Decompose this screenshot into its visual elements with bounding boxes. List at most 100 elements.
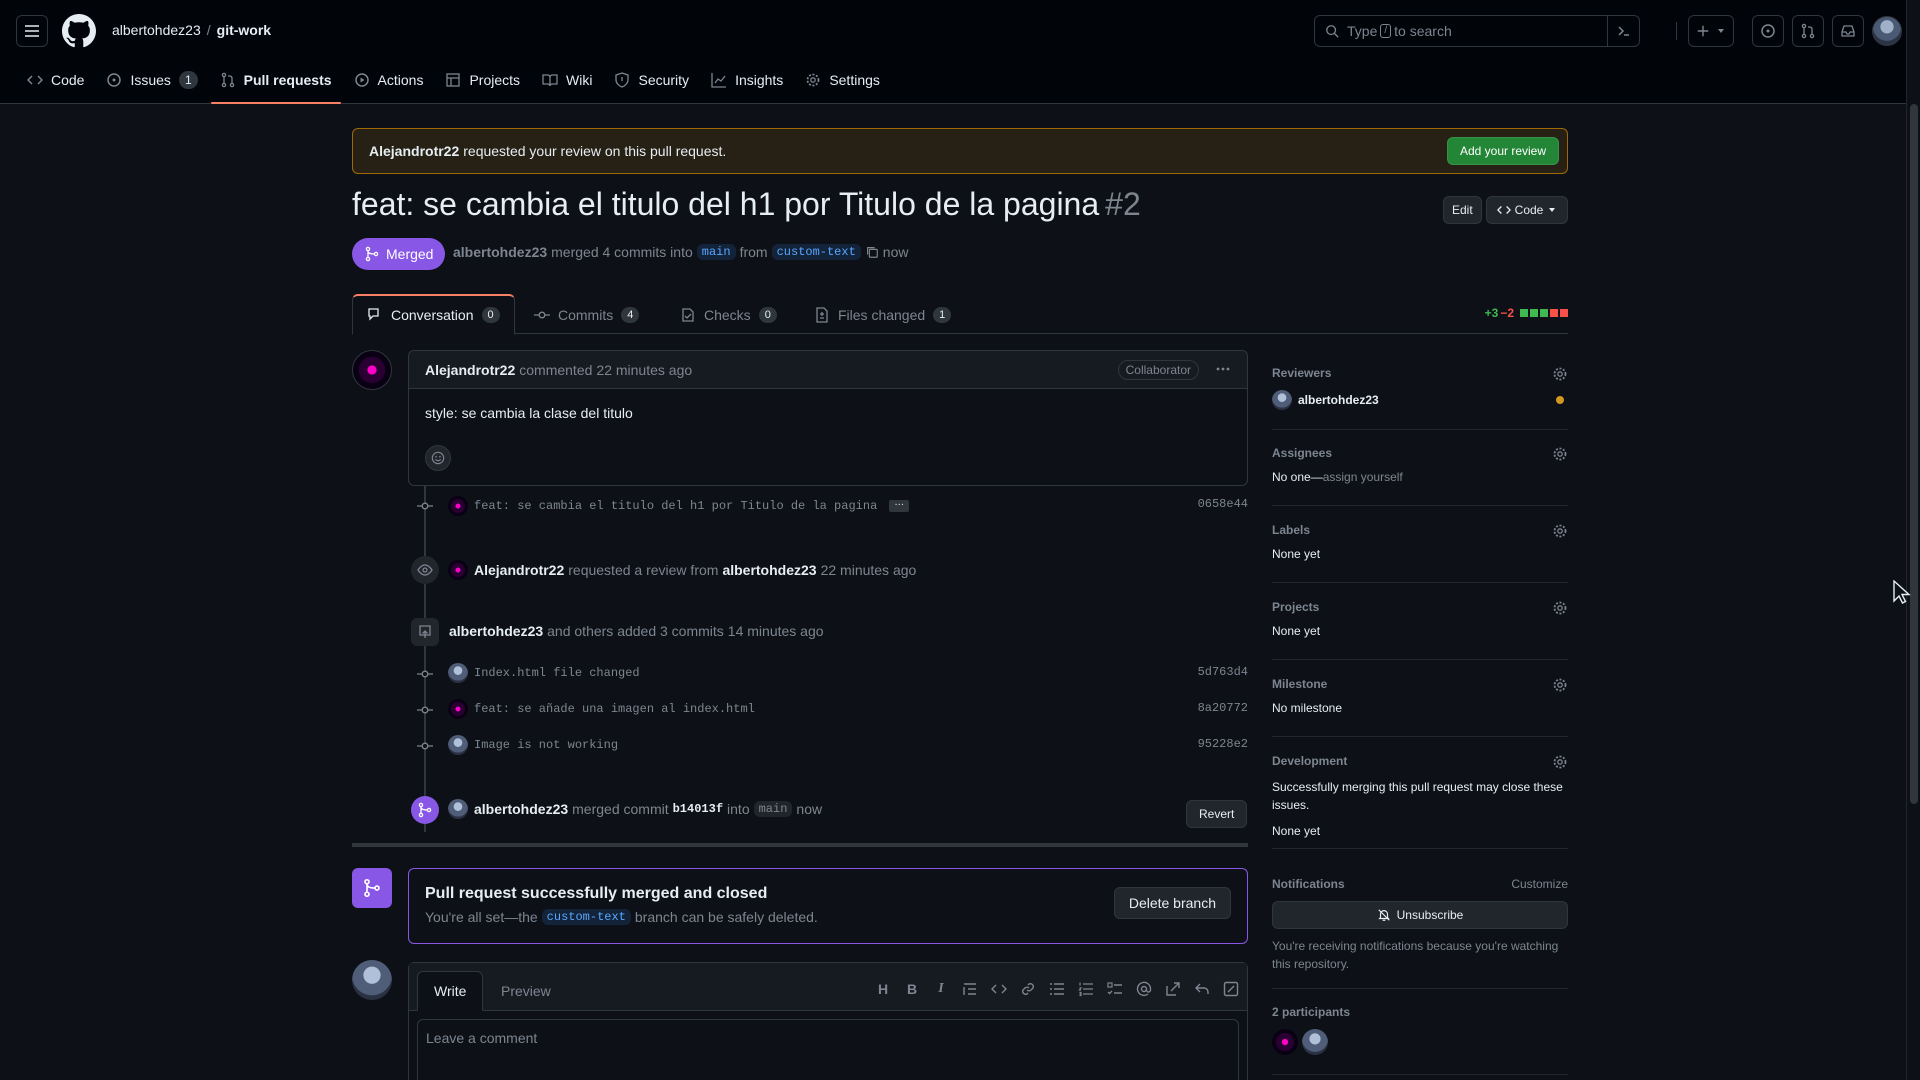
tab-wiki[interactable]: Wiki [531, 62, 603, 98]
unsubscribe-button[interactable]: Unsubscribe [1272, 901, 1568, 929]
scrollbar-thumb[interactable] [1910, 104, 1918, 804]
avatar[interactable] [448, 699, 468, 719]
diff-ignored-icon[interactable] [1223, 981, 1239, 997]
tab-projects[interactable]: Projects [434, 62, 531, 98]
gear-icon[interactable] [1552, 366, 1568, 382]
avatar[interactable] [448, 496, 468, 516]
tab-checks[interactable]: Checks 0 [666, 294, 791, 335]
tasklist-icon[interactable] [1107, 981, 1123, 997]
tab-files-changed[interactable]: Files changed 1 [800, 294, 965, 335]
event-time[interactable]: 22 minutes ago [821, 562, 917, 578]
owner-link[interactable]: albertohdez23 [112, 22, 201, 38]
code-icon[interactable] [991, 981, 1007, 997]
write-tab[interactable]: Write [417, 971, 484, 1011]
event-target[interactable]: albertohdez23 [722, 562, 816, 578]
tab-issues[interactable]: Issues 1 [95, 62, 208, 98]
comment-textarea[interactable]: Leave a comment [417, 1019, 1239, 1080]
preview-tab[interactable]: Preview [485, 971, 567, 1011]
avatar[interactable] [448, 799, 468, 819]
avatar[interactable] [352, 350, 392, 390]
comment-time[interactable]: 22 minutes ago [596, 362, 692, 378]
add-review-button[interactable]: Add your review [1446, 137, 1559, 165]
customize-link[interactable]: Customize [1511, 877, 1568, 891]
bold-icon[interactable]: B [904, 981, 920, 997]
italic-icon[interactable]: I [933, 981, 949, 997]
expand-commit-button[interactable]: … [889, 498, 910, 512]
event-user[interactable]: Alejandrotr22 [474, 562, 564, 578]
tab-security[interactable]: Security [603, 62, 700, 98]
gear-icon[interactable] [1552, 754, 1568, 770]
reviewer-name[interactable]: albertohdez23 [1298, 393, 1379, 407]
cross-reference-icon[interactable] [1165, 981, 1181, 997]
base-branch[interactable]: main [696, 244, 736, 260]
github-logo-icon[interactable] [62, 14, 96, 48]
event-user[interactable]: albertohdez23 [449, 623, 543, 639]
tab-insights[interactable]: Insights [700, 62, 794, 98]
assign-yourself-link[interactable]: assign yourself [1323, 470, 1403, 484]
inbox-button[interactable] [1832, 15, 1864, 47]
labels-heading[interactable]: Labels [1272, 523, 1568, 537]
avatar[interactable] [448, 735, 468, 755]
page-scrollbar[interactable] [1906, 0, 1920, 1080]
commit-message[interactable]: feat: se añade una imagen al index.html [474, 702, 755, 716]
heading-icon[interactable]: H [875, 981, 891, 997]
gear-icon[interactable] [1552, 523, 1568, 539]
reply-icon[interactable] [1194, 981, 1210, 997]
tab-commits[interactable]: Commits 4 [520, 294, 653, 335]
gear-icon[interactable] [1552, 600, 1568, 616]
gear-icon[interactable] [1552, 446, 1568, 462]
avatar[interactable] [448, 663, 468, 683]
delete-branch-button[interactable]: Delete branch [1113, 887, 1231, 919]
tab-conversation[interactable]: Conversation 0 [352, 294, 515, 335]
avatar[interactable] [1272, 390, 1292, 410]
add-reaction-button[interactable] [425, 445, 451, 471]
command-palette-button[interactable] [1607, 15, 1639, 47]
commit-sha[interactable]: 5d763d4 [1198, 665, 1248, 679]
commit-sha[interactable]: 8a20772 [1198, 701, 1248, 715]
quote-icon[interactable] [962, 981, 978, 997]
ordered-list-icon[interactable] [1078, 981, 1094, 997]
head-branch[interactable]: custom-text [541, 909, 631, 925]
kebab-horizontal-icon[interactable] [1215, 361, 1231, 377]
revert-button[interactable]: Revert [1186, 800, 1248, 828]
commit-message[interactable]: feat: se cambia el titulo del h1 por Tit… [474, 499, 877, 513]
tab-settings[interactable]: Settings [794, 62, 891, 98]
code-dropdown-button[interactable]: Code [1486, 196, 1568, 224]
pull-requests-button[interactable] [1792, 15, 1824, 47]
copy-icon[interactable] [865, 245, 879, 259]
merge-commit-sha[interactable]: b14013f [673, 802, 723, 816]
commit-sha[interactable]: 0658e44 [1198, 497, 1248, 511]
issues-button[interactable] [1752, 15, 1784, 47]
tab-pull-requests[interactable]: Pull requests [209, 62, 343, 104]
assignees-heading[interactable]: Assignees [1272, 446, 1568, 460]
gear-icon[interactable] [1552, 677, 1568, 693]
mention-icon[interactable] [1136, 981, 1152, 997]
repo-link[interactable]: git-work [217, 22, 271, 38]
milestone-heading[interactable]: Milestone [1272, 677, 1568, 691]
event-time[interactable]: 14 minutes ago [728, 623, 824, 639]
tab-actions[interactable]: Actions [343, 62, 435, 98]
commit-message[interactable]: Image is not working [474, 738, 618, 752]
avatar[interactable] [1302, 1029, 1328, 1055]
link-icon[interactable] [1020, 981, 1036, 997]
edit-button[interactable]: Edit [1443, 196, 1482, 224]
user-avatar[interactable] [1872, 16, 1902, 46]
avatar[interactable] [448, 560, 468, 580]
reviewers-heading[interactable]: Reviewers [1272, 366, 1568, 380]
development-heading[interactable]: Development [1272, 754, 1568, 768]
head-branch[interactable]: custom-text [771, 244, 861, 260]
comment-author[interactable]: Alejandrotr22 [425, 362, 515, 378]
avatar[interactable] [352, 960, 392, 1000]
unordered-list-icon[interactable] [1049, 981, 1065, 997]
avatar[interactable] [1272, 1029, 1298, 1055]
base-branch[interactable]: main [753, 801, 793, 817]
event-user[interactable]: albertohdez23 [474, 801, 568, 817]
menu-button[interactable] [16, 15, 48, 47]
pr-author[interactable]: albertohdez23 [453, 244, 547, 260]
commit-message[interactable]: Index.html file changed [474, 666, 640, 680]
tab-code[interactable]: Code [16, 62, 95, 98]
event-time[interactable]: now [796, 801, 822, 817]
projects-heading[interactable]: Projects [1272, 600, 1568, 614]
banner-user[interactable]: Alejandrotr22 [369, 143, 459, 159]
search-input[interactable]: Type / to search [1314, 15, 1640, 47]
